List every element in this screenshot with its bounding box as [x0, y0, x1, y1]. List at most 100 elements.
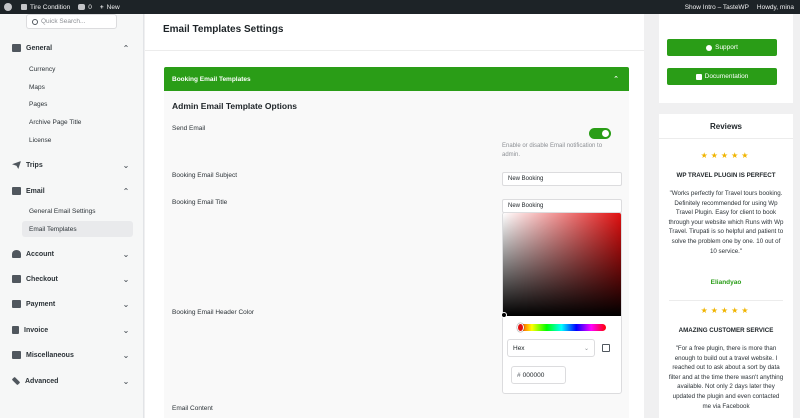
main-content: Email Templates Settings Booking Email T… [145, 14, 644, 418]
wp-logo-menu[interactable] [0, 0, 17, 14]
sidebar-item-maps[interactable]: Maps [22, 79, 133, 95]
chevron-up-icon: ⌃ [613, 76, 619, 83]
plane-icon [12, 161, 21, 169]
chevron-up-icon: ⌃ [122, 186, 130, 196]
booking-email-title-label: Booking Email Title [172, 199, 228, 206]
section-label: Email [26, 187, 45, 195]
sidebar-item-license[interactable]: License [22, 132, 133, 148]
section-title: Admin Email Template Options [172, 101, 297, 111]
chevron-down-icon: ⌄ [122, 274, 130, 284]
sidebar-section-payment[interactable]: Payment ⌄ [0, 294, 144, 314]
new-label: New [106, 3, 120, 11]
review-text: "Works perfectly for Travel tours bookin… [668, 190, 784, 255]
cart-icon [12, 275, 21, 283]
sidebar-section-advanced[interactable]: Advanced ⌄ [0, 371, 144, 391]
sidebar-section-miscellaneous[interactable]: Miscellaneous ⌄ [0, 345, 144, 365]
chevron-down-icon: ⌄ [122, 376, 130, 386]
folder-icon [12, 351, 21, 359]
show-intro-label: Show Intro – TasteWP [684, 3, 749, 11]
color-format-value: Hex [513, 344, 525, 352]
section-label: Miscellaneous [26, 351, 74, 359]
hue-slider[interactable] [517, 323, 606, 332]
sidebar-section-checkout[interactable]: Checkout ⌄ [0, 269, 144, 289]
chevron-down-icon: ⌄ [583, 345, 589, 352]
sidebar-item-general-email-settings[interactable]: General Email Settings [22, 203, 133, 219]
review-stars: ★★★★★ [700, 306, 752, 315]
review-author[interactable]: Eliandyao [659, 279, 793, 286]
wrench-icon [11, 376, 21, 386]
page-title: Email Templates Settings [163, 24, 284, 35]
sidebar-section-account[interactable]: Account ⌄ [0, 244, 144, 264]
send-email-label: Send Email [172, 125, 206, 132]
send-email-toggle[interactable] [589, 128, 611, 139]
hash-prefix: # [517, 371, 521, 379]
section-label: Invoice [24, 326, 49, 334]
chevron-down-icon: ⌄ [122, 249, 130, 259]
color-format-select[interactable]: Hex ⌄ [507, 339, 595, 357]
documentation-label: Documentation [704, 73, 749, 80]
color-saturation-area[interactable] [503, 213, 621, 316]
envelope-icon [12, 187, 21, 195]
title-divider [145, 50, 644, 51]
sidebar-item-pages[interactable]: Pages [22, 96, 133, 112]
review-divider [669, 300, 783, 301]
hex-value: 000000 [522, 371, 545, 379]
chevron-up-icon: ⌃ [122, 43, 130, 53]
quick-search-input[interactable]: Quick Search... [26, 14, 117, 29]
copy-icon[interactable] [602, 344, 610, 352]
reviews-box: Reviews ★★★★★ WP TRAVEL PLUGIN IS PERFEC… [659, 114, 793, 418]
section-label: Checkout [26, 275, 58, 283]
sidebar-item-email-templates[interactable]: Email Templates [22, 221, 133, 237]
color-picker-handle[interactable] [501, 312, 507, 318]
chevron-down-icon: ⌄ [122, 350, 130, 360]
sidebar-item-archive-page-title[interactable]: Archive Page Title [22, 114, 133, 130]
sidebar-section-general[interactable]: General ⌃ [0, 38, 144, 58]
show-intro-link[interactable]: Show Intro – TasteWP [681, 0, 753, 14]
user-icon [12, 250, 21, 258]
home-icon [21, 4, 27, 10]
sidebar-section-trips[interactable]: Trips ⌄ [0, 155, 144, 175]
documentation-button[interactable]: Documentation [667, 68, 777, 85]
search-icon [32, 18, 38, 25]
comment-count: 0 [88, 3, 92, 11]
chevron-down-icon: ⌄ [122, 325, 130, 335]
booking-email-subject-input[interactable]: New Booking [502, 172, 622, 186]
color-picker: Hex ⌄ # 000000 [501, 212, 622, 394]
hex-color-input[interactable]: # 000000 [511, 366, 566, 384]
comments-link[interactable]: 0 [74, 0, 96, 14]
search-placeholder: Quick Search... [41, 18, 86, 25]
sidebar-item-currency[interactable]: Currency [22, 61, 133, 77]
admin-bar: Tire Condition 0 + New Show Intro – Taste… [0, 0, 800, 14]
credit-card-icon [12, 300, 21, 308]
new-content-link[interactable]: + New [96, 0, 124, 14]
document-icon [695, 73, 702, 80]
section-label: Account [26, 250, 54, 258]
sidebar-section-invoice[interactable]: Invoice ⌄ [0, 320, 144, 340]
sidebar-section-email[interactable]: Email ⌃ [0, 181, 144, 201]
howdy-label: Howdy, mina [756, 3, 794, 11]
review-text: "For a free plugin, there is more than e… [668, 345, 784, 410]
plus-icon: + [99, 3, 104, 11]
section-label: Advanced [25, 377, 59, 385]
section-label: Trips [26, 161, 43, 169]
help-links-box: Support Documentation [659, 14, 793, 103]
user-account-menu[interactable]: Howdy, mina [753, 0, 800, 14]
reviews-heading: Reviews [709, 122, 743, 131]
invoice-icon [12, 326, 19, 334]
accordion-panel: Admin Email Template Options Send Email … [164, 91, 629, 418]
reviews-divider [659, 138, 793, 139]
chevron-down-icon: ⌄ [122, 160, 130, 170]
chevron-down-icon: ⌄ [122, 299, 130, 309]
site-name-link[interactable]: Tire Condition [17, 0, 74, 14]
hue-slider-thumb[interactable] [517, 323, 524, 332]
support-button[interactable]: Support [667, 39, 777, 56]
review-title: WP TRAVEL PLUGIN IS PERFECT [676, 172, 776, 179]
wordpress-logo-icon [4, 3, 12, 11]
toggle-knob [602, 130, 609, 137]
settings-sidebar: Quick Search... General ⌃ Currency Maps … [0, 14, 144, 418]
accordion-label: Booking Email Templates [172, 75, 251, 83]
booking-email-templates-accordion[interactable]: Booking Email Templates ⌃ [164, 67, 629, 91]
section-label: Payment [26, 300, 56, 308]
question-circle-icon [706, 44, 713, 51]
booking-email-title-input[interactable]: New Booking [502, 199, 622, 213]
